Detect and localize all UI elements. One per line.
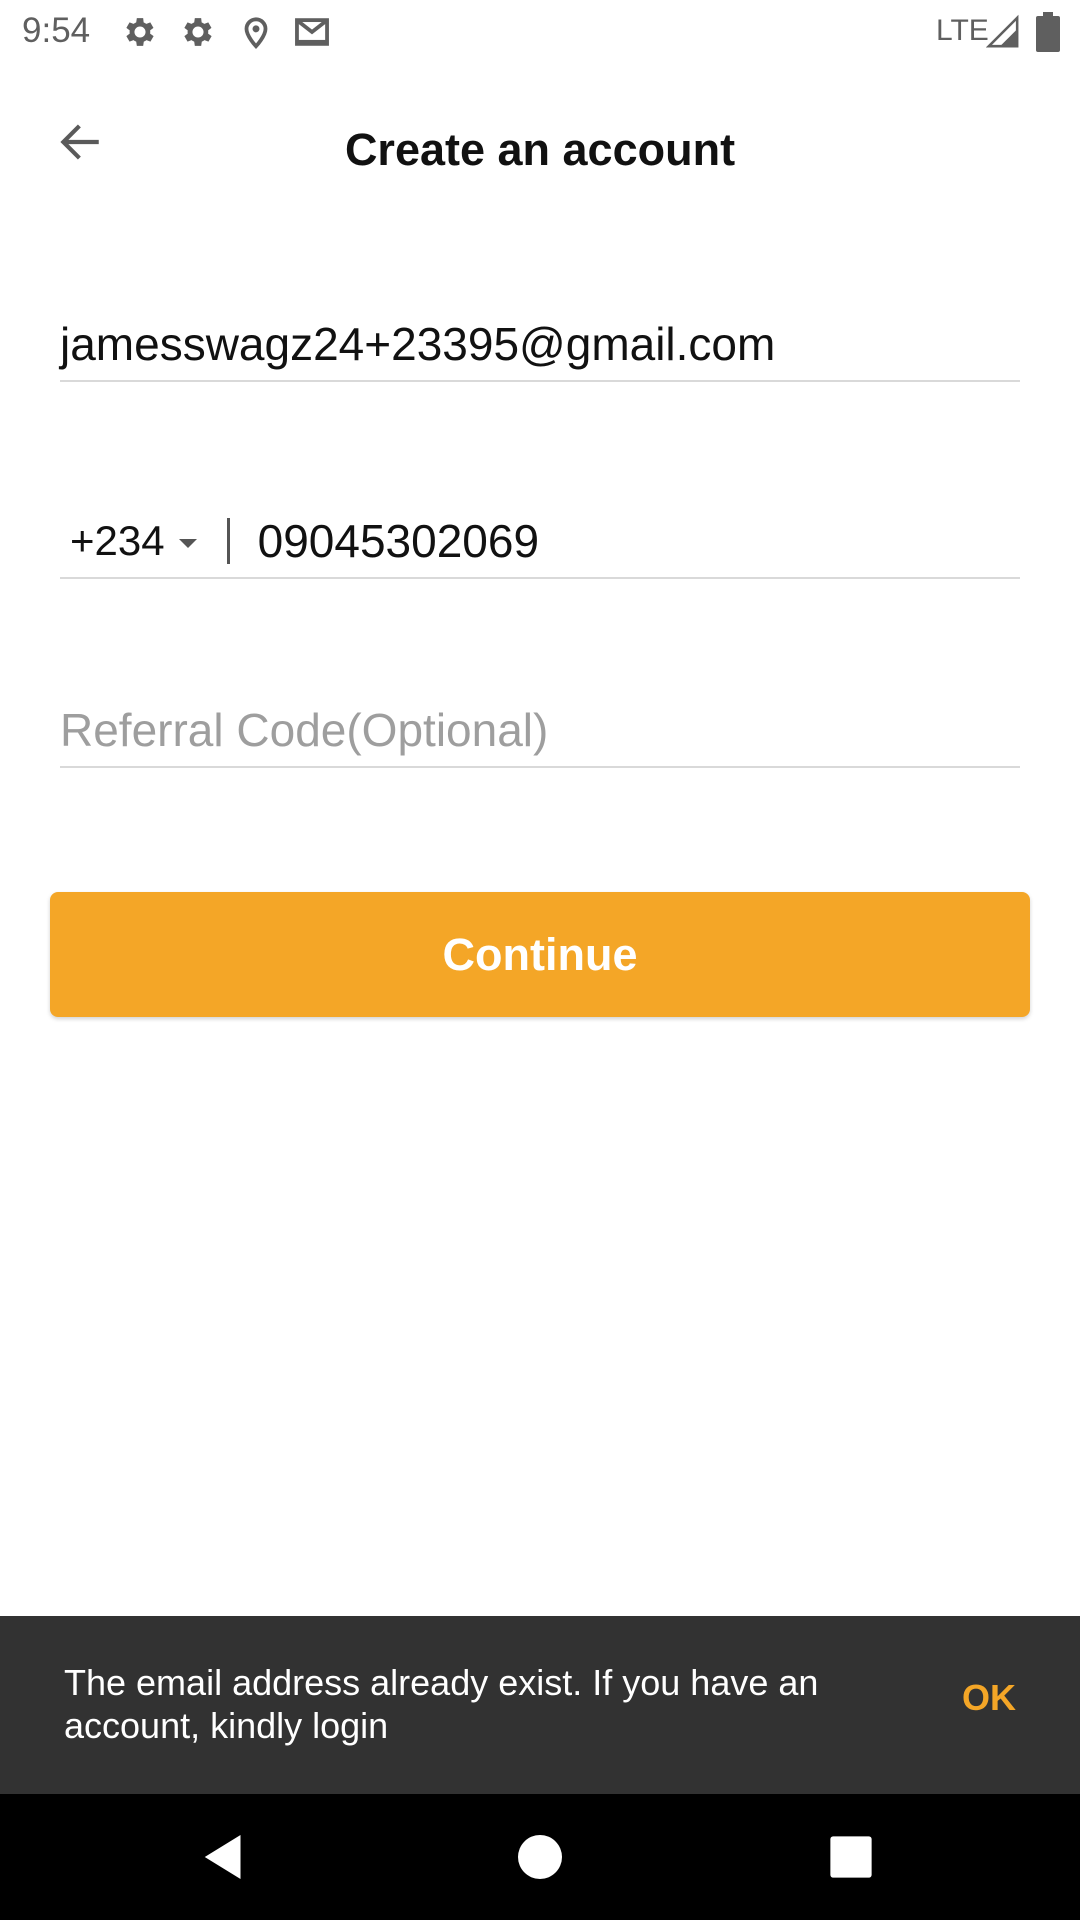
page-title: Create an account	[344, 124, 736, 175]
chevron-down-icon	[178, 538, 197, 548]
snackbar-ok-button[interactable]: OK	[962, 1676, 1016, 1720]
home-circle-icon	[518, 1835, 562, 1879]
referral-field	[60, 694, 1020, 768]
nav-home-button[interactable]	[507, 1824, 573, 1890]
country-code-picker[interactable]: +234	[60, 505, 197, 577]
back-triangle-icon	[204, 1835, 241, 1879]
settings-icon	[121, 13, 159, 51]
settings-icon	[179, 13, 217, 51]
nav-back-button[interactable]	[191, 1824, 257, 1890]
referral-code-input[interactable]	[60, 694, 1020, 766]
signal-icon	[986, 14, 1020, 50]
gmail-icon	[293, 13, 331, 51]
status-bar: 9:54 LTE	[0, 0, 1080, 63]
snackbar-message: The email address already exist. If you …	[64, 1662, 819, 1746]
nav-recents-button[interactable]	[818, 1824, 884, 1890]
snackbar: The email address already exist. If you …	[0, 1616, 1080, 1794]
country-code: +234	[70, 517, 165, 564]
network-type: LTE	[936, 14, 989, 47]
status-time: 9:54	[22, 11, 91, 50]
location-icon	[237, 13, 275, 51]
navigation-bar	[0, 1794, 1080, 1920]
continue-button[interactable]: Continue	[50, 892, 1030, 1017]
email-value: jamesswagz24+23395@gmail.com	[60, 318, 776, 370]
phone-divider	[226, 518, 230, 564]
email-field[interactable]: jamesswagz24+23395@gmail.com	[60, 308, 1020, 382]
phone-field: +234 09045302069	[60, 505, 1020, 579]
recents-square-icon	[830, 1836, 872, 1878]
phone-number-input[interactable]: 09045302069	[258, 505, 539, 577]
battery-icon	[1036, 12, 1060, 52]
